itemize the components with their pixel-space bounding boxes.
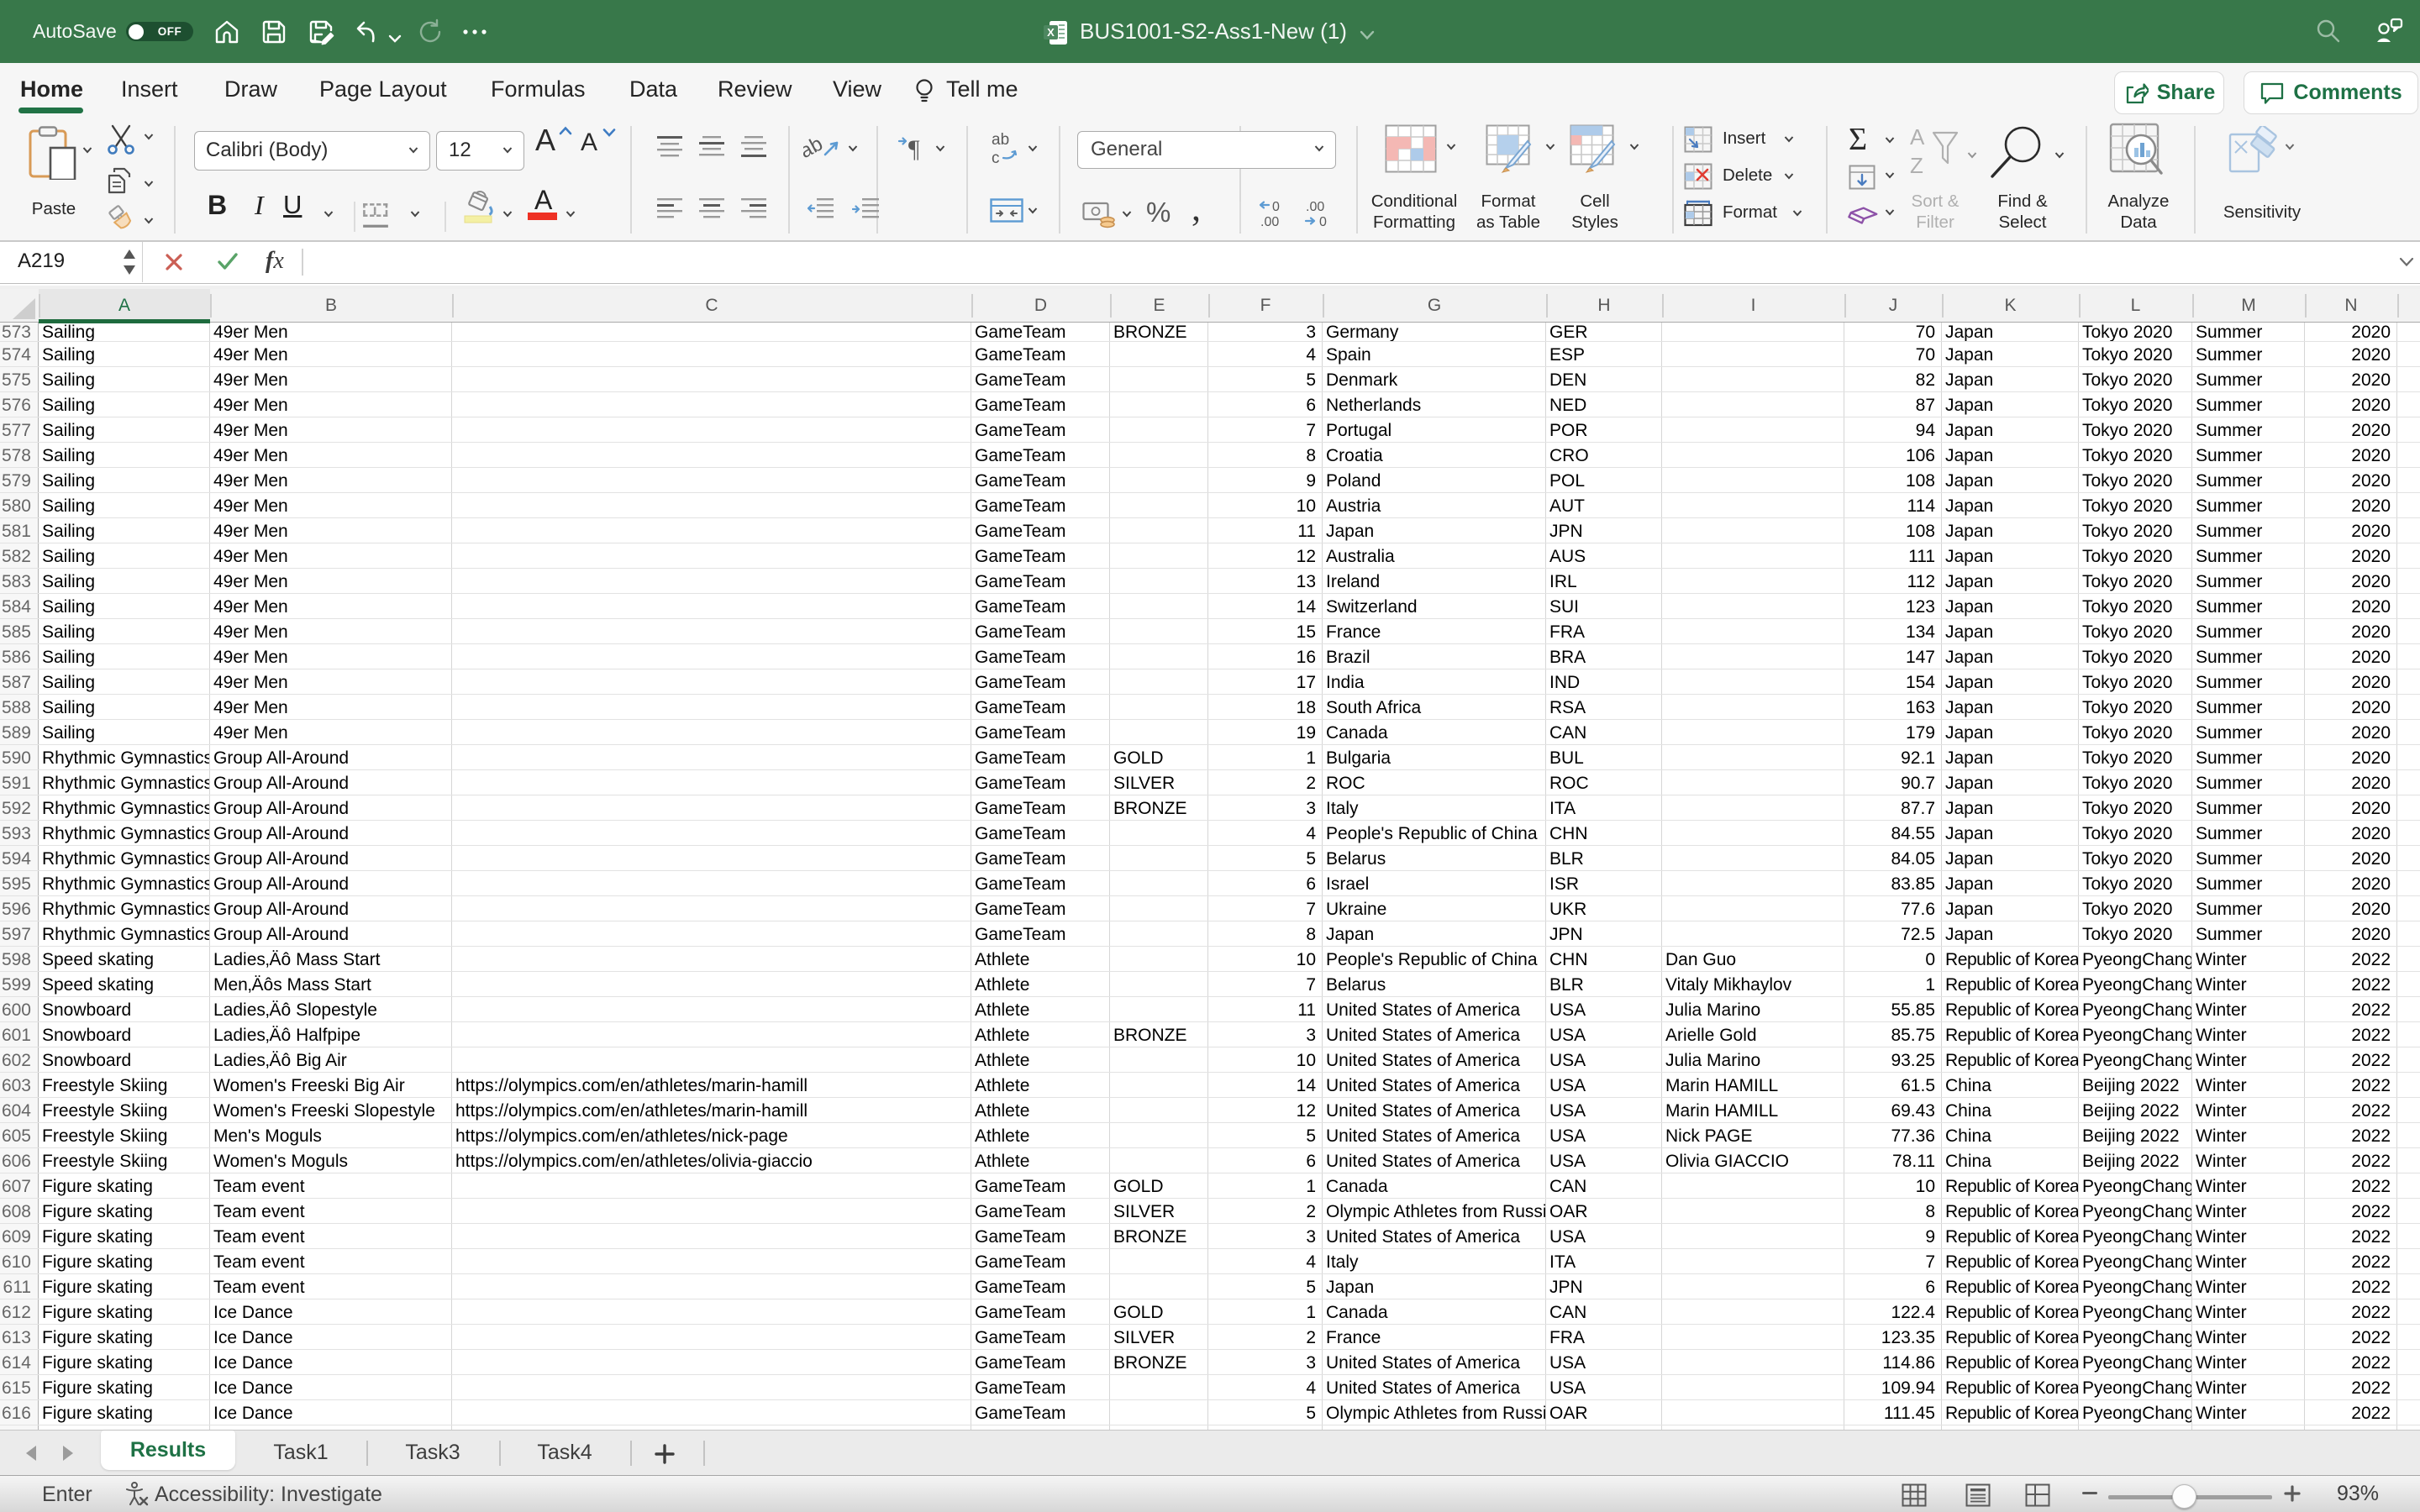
svg-text:A: A [1910,126,1925,150]
svg-text:ab: ab [803,133,827,163]
svg-text:ab: ab [992,131,1009,149]
svg-text:.00: .00 [1306,200,1324,214]
svg-text:0: 0 [1319,215,1327,228]
svg-text:.00: .00 [1260,215,1279,228]
svg-text:c: c [992,150,1000,166]
svg-text:0: 0 [1272,200,1280,214]
svg-text:¶: ¶ [908,135,920,161]
svg-text:Z: Z [1910,153,1923,178]
